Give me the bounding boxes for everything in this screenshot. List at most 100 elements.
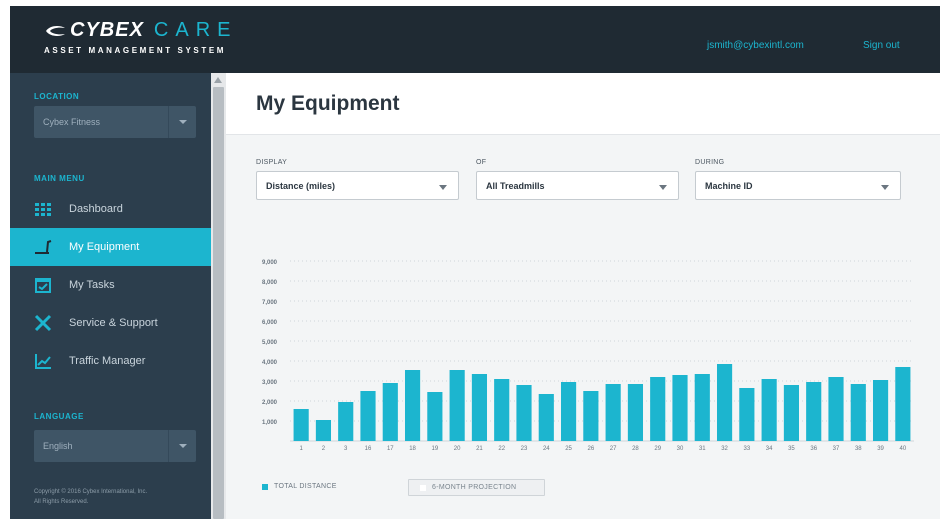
cybex-care-logo[interactable]: CYBEX CARE ASSET MANAGEMENT SYSTEM — [44, 19, 237, 55]
chart-bar — [494, 379, 510, 441]
chart-bar — [627, 384, 644, 441]
scroll-up-arrow-icon[interactable] — [214, 77, 222, 83]
sidebar: LOCATION Cybex Fitness MAIN MENU Dashboa… — [10, 73, 211, 519]
x-tick-label: 26 — [588, 446, 595, 452]
projection-label: 6-MONTH PROJECTION — [432, 484, 517, 491]
chart-bar — [583, 391, 599, 441]
copyright-line: Copyright © 2016 Cybex International, In… — [34, 489, 148, 495]
calendar-check-icon — [35, 278, 51, 293]
x-tick-label: 40 — [900, 446, 907, 452]
y-tick-label: 9,000 — [262, 260, 278, 266]
line-chart-icon — [35, 354, 51, 369]
chart-bar — [806, 382, 822, 441]
sidebar-item-label: Dashboard — [69, 203, 123, 215]
main-menu-label: MAIN MENU — [34, 174, 85, 183]
scrollbar-thumb[interactable] — [213, 87, 224, 519]
chart-bar — [293, 409, 309, 441]
x-tick-label: 25 — [565, 446, 572, 452]
chart-bar — [716, 364, 733, 441]
legend-swatch — [262, 483, 268, 490]
equipment-select[interactable]: All Treadmills — [476, 171, 679, 200]
x-tick-label: 22 — [498, 446, 505, 452]
during-select[interactable]: Machine ID — [695, 171, 901, 200]
legend-swatch — [420, 485, 426, 491]
language-label: LANGUAGE — [34, 412, 84, 421]
language-caret-box — [168, 430, 196, 462]
during-filter-label: DURING — [695, 159, 725, 166]
copyright-text: Copyright © 2016 Cybex International, In… — [34, 487, 204, 507]
chart-bar — [560, 382, 577, 441]
chart-bar — [828, 377, 844, 441]
chevron-down-icon — [179, 120, 187, 124]
x-tick-label: 36 — [810, 446, 817, 452]
logo-subtitle: ASSET MANAGEMENT SYSTEM — [44, 46, 227, 55]
grid-icon — [35, 203, 51, 216]
y-tick-label: 1,000 — [262, 420, 278, 426]
x-tick-label: 3 — [344, 446, 348, 452]
sign-out-link[interactable]: Sign out — [863, 40, 900, 51]
chart-bar — [761, 379, 777, 441]
sidebar-item-my-tasks[interactable]: My Tasks — [10, 266, 211, 304]
sidebar-item-my-equipment[interactable]: My Equipment — [10, 228, 211, 266]
x-tick-label: 1 — [299, 446, 303, 452]
chart-bar — [404, 370, 421, 441]
chevron-down-icon — [179, 444, 187, 448]
x-tick-label: 28 — [632, 446, 639, 452]
sidebar-item-service-support[interactable]: Service & Support — [10, 304, 211, 342]
y-tick-label: 8,000 — [262, 280, 278, 286]
title-bar: My Equipment — [226, 73, 940, 135]
x-tick-label: 39 — [877, 446, 884, 452]
chart-bar — [872, 380, 889, 441]
x-tick-label: 20 — [454, 446, 461, 452]
sidebar-item-label: Service & Support — [69, 317, 158, 329]
x-tick-label: 27 — [610, 446, 617, 452]
top-header: CYBEX CARE ASSET MANAGEMENT SYSTEM jsmit… — [10, 6, 940, 73]
chart-bar — [672, 375, 688, 441]
display-filter-label: DISPLAY — [256, 159, 288, 166]
x-tick-label: 17 — [387, 446, 394, 452]
chart-bar — [783, 385, 800, 441]
chart-bar — [338, 402, 354, 441]
location-label: LOCATION — [34, 92, 80, 101]
chart-bar — [650, 377, 666, 441]
x-tick-label: 33 — [744, 446, 751, 452]
sidebar-item-dashboard[interactable]: Dashboard — [10, 190, 211, 228]
logo-product: CARE — [153, 19, 238, 41]
sidebar-item-label: My Tasks — [69, 279, 115, 291]
copyright-line: All Rights Reserved. — [34, 499, 89, 505]
chart-bar — [382, 383, 398, 441]
x-tick-label: 32 — [721, 446, 728, 452]
location-select[interactable]: Cybex Fitness — [34, 106, 196, 138]
legend-total-distance: TOTAL DISTANCE — [262, 483, 337, 490]
chart-bar — [471, 374, 488, 441]
display-select[interactable]: Distance (miles) — [256, 171, 459, 200]
projection-toggle-button[interactable]: 6-MONTH PROJECTION — [408, 479, 545, 496]
main-content: My Equipment DISPLAY Distance (miles) OF… — [226, 73, 940, 519]
swoosh-icon — [46, 25, 65, 36]
logo-wordmark: CYBEX CARE — [44, 19, 237, 42]
user-email-link[interactable]: jsmith@cybexintl.com — [707, 40, 804, 51]
language-value: English — [43, 441, 73, 451]
chart-bar — [850, 384, 866, 441]
sidebar-item-label: Traffic Manager — [69, 355, 146, 367]
chart-bar — [895, 367, 911, 441]
x-tick-label: 38 — [855, 446, 862, 452]
of-filter-label: OF — [476, 159, 487, 166]
y-tick-label: 5,000 — [262, 340, 278, 346]
during-select-value: Machine ID — [705, 181, 753, 191]
chart-bar — [538, 394, 554, 441]
x-tick-label: 18 — [409, 446, 416, 452]
chart-bar — [449, 370, 465, 441]
x-tick-label: 30 — [677, 446, 684, 452]
sidebar-item-traffic-manager[interactable]: Traffic Manager — [10, 342, 211, 380]
distance-bar-chart: 1,000 2,000 3,000 4,000 5,000 6,000 7,000 8,000… — [262, 260, 914, 452]
location-value: Cybex Fitness — [43, 117, 101, 127]
x-tick-label: 34 — [766, 446, 773, 452]
sidebar-scrollbar[interactable] — [211, 73, 226, 519]
chart-bar — [360, 391, 376, 441]
x-tick-label: 35 — [788, 446, 795, 452]
language-select[interactable]: English — [34, 430, 196, 462]
chart-bar — [427, 392, 443, 441]
y-tick-label: 6,000 — [262, 320, 278, 326]
chart-bar — [516, 385, 532, 441]
